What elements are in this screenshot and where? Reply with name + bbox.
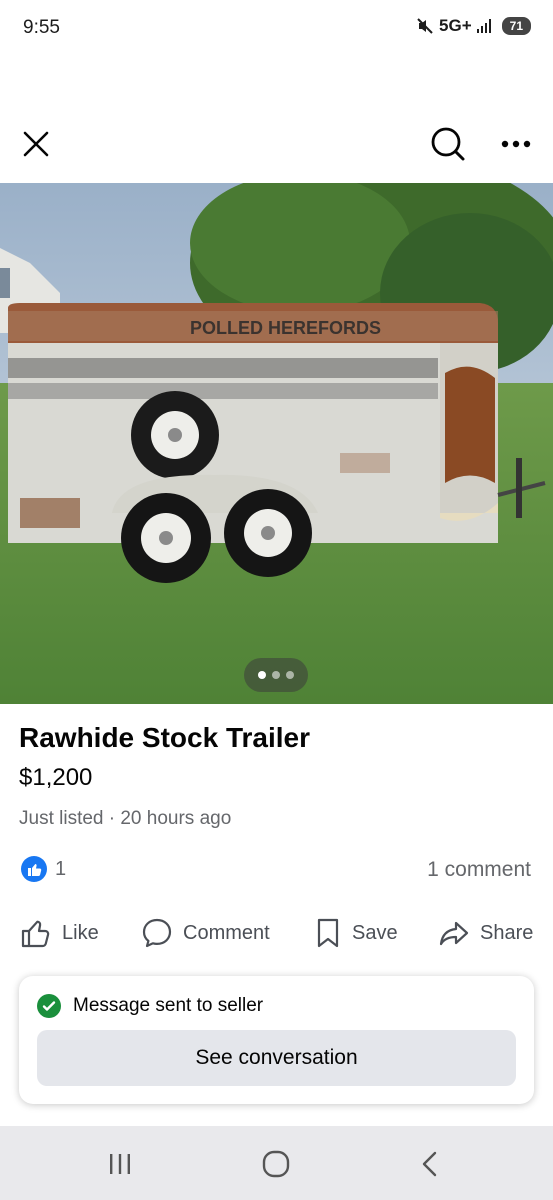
system-nav-bar — [0, 1126, 553, 1200]
action-bar: Like Comment Save Share — [0, 910, 553, 956]
pagination-dot-active[interactable] — [258, 671, 266, 679]
comment-label: Comment — [183, 921, 270, 944]
back-icon — [422, 1151, 437, 1177]
top-bar — [0, 110, 553, 176]
network-label: 5G+ — [439, 16, 472, 35]
listing-time: Just listed · 20 hours ago — [19, 808, 232, 829]
like-reaction-icon — [21, 856, 47, 882]
photo-pagination[interactable] — [244, 658, 308, 692]
battery-indicator: 71 — [501, 17, 531, 35]
pagination-dot[interactable] — [272, 671, 280, 679]
comment-icon — [142, 918, 172, 948]
comment-count[interactable]: 1 comment — [427, 858, 531, 882]
see-conversation-button[interactable]: See conversation — [37, 1030, 516, 1086]
bookmark-icon — [317, 918, 339, 948]
check-circle-icon — [37, 994, 61, 1018]
close-icon — [23, 131, 49, 157]
pagination-dot[interactable] — [286, 671, 294, 679]
home-button[interactable] — [256, 1148, 296, 1180]
save-button[interactable]: Save — [314, 910, 398, 956]
signal-icon — [476, 19, 491, 33]
reaction-count: 1 — [55, 857, 67, 880]
message-status: Message sent to seller — [37, 994, 263, 1018]
thumbs-up-icon — [21, 920, 50, 948]
reaction-summary[interactable]: 1 — [21, 856, 66, 882]
comment-button[interactable]: Comment — [141, 910, 270, 956]
close-button[interactable] — [14, 122, 58, 166]
search-icon — [431, 127, 465, 161]
like-label: Like — [62, 921, 99, 944]
home-icon — [262, 1150, 290, 1178]
back-button[interactable] — [410, 1148, 450, 1180]
share-label: Share — [480, 921, 534, 944]
mute-icon — [417, 18, 433, 34]
like-button[interactable]: Like — [20, 910, 99, 956]
trailer-photo: POLLED HEREFORDS — [0, 183, 553, 704]
search-button[interactable] — [426, 122, 470, 166]
message-status-text: Message sent to seller — [73, 995, 264, 1016]
share-button[interactable]: Share — [438, 910, 533, 956]
listing-price: $1,200 — [19, 764, 93, 791]
more-icon — [501, 140, 531, 148]
save-label: Save — [352, 921, 398, 944]
message-sent-card: Message sent to seller See conversation — [19, 976, 534, 1104]
status-icons: 5G+ 71 — [415, 16, 531, 36]
status-bar: 9:55 5G+ 71 — [0, 0, 553, 56]
trailer-sign-text: POLLED HEREFORDS — [190, 318, 381, 338]
listing-photo[interactable]: POLLED HEREFORDS — [0, 183, 553, 704]
recents-icon — [110, 1154, 130, 1174]
listing-title: Rawhide Stock Trailer — [19, 722, 310, 753]
status-time: 9:55 — [23, 17, 60, 38]
recents-button[interactable] — [100, 1148, 140, 1180]
share-icon — [439, 921, 469, 946]
more-options-button[interactable] — [494, 122, 538, 166]
